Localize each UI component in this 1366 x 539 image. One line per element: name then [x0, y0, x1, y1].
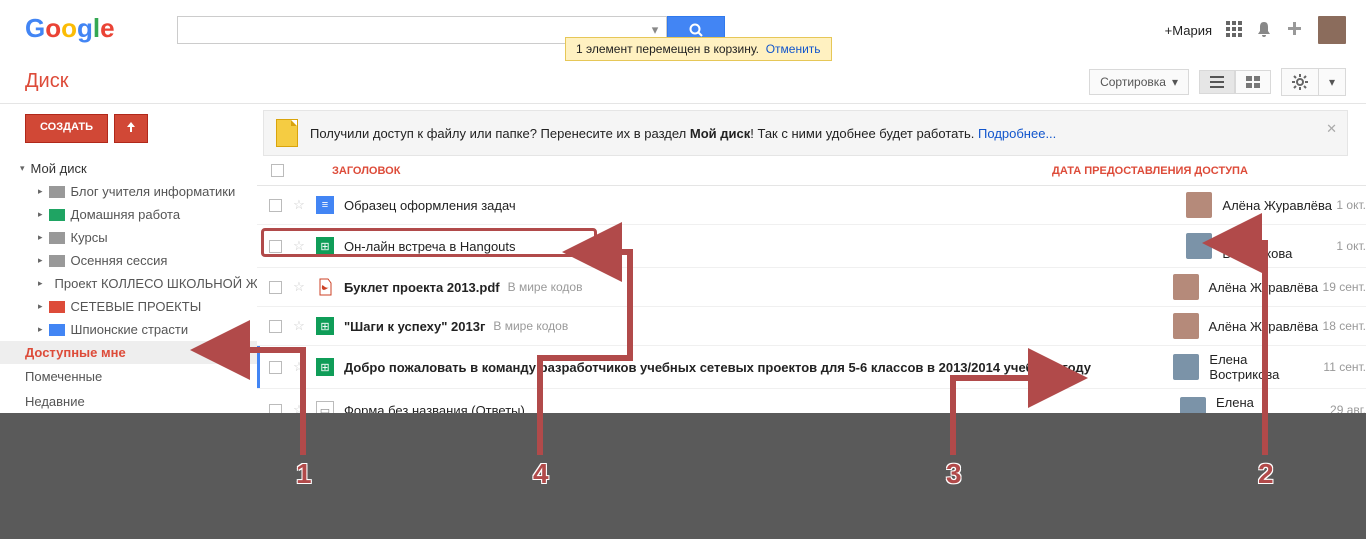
apps-icon[interactable]	[1226, 21, 1242, 40]
share-date: 19 сент.	[1323, 280, 1366, 294]
search-icon	[689, 23, 703, 37]
file-row[interactable]: ☆⊞Добро пожаловать в команду разработчик…	[257, 346, 1366, 389]
row-checkbox[interactable]	[269, 281, 282, 294]
owner-avatar	[1186, 192, 1212, 218]
banner-text: Получили доступ к файлу или папке? Перен…	[310, 126, 1056, 141]
row-checkbox[interactable]	[269, 361, 282, 374]
annotation-overlay	[0, 413, 1366, 539]
share-date: 18 сент.	[1323, 319, 1366, 333]
info-banner: Получили доступ к файлу или папке? Перен…	[263, 110, 1348, 156]
list-view-button[interactable]	[1199, 70, 1235, 94]
nav-shared-with-me[interactable]: Доступные мне	[0, 341, 257, 364]
file-row[interactable]: ☆⊞"Шаги к успеху" 2013гВ мире кодовАлёна…	[257, 307, 1366, 346]
col-date[interactable]: ДАТА ПРЕДОСТАВЛЕНИЯ ДОСТУПА	[1052, 165, 1248, 177]
file-title: Буклет проекта 2013.pdf	[344, 280, 500, 295]
nav-starred[interactable]: Помеченные	[0, 364, 257, 389]
svg-text:Google: Google	[25, 13, 115, 43]
nav-folder-label: Курсы	[71, 230, 108, 245]
user-link[interactable]: +Мария	[1165, 23, 1212, 38]
owner-name: Алёна Журавлёва	[1209, 319, 1319, 334]
brand-label[interactable]: Диск	[25, 70, 68, 93]
owner-name: Елена Вострикова	[1222, 231, 1332, 261]
grid-view-button[interactable]	[1235, 70, 1271, 94]
list-header: ЗАГОЛОВОК ДАТА ПРЕДОСТАВЛЕНИЯ ДОСТУПА	[257, 156, 1366, 186]
nav-folder-label: СЕТЕВЫЕ ПРОЕКТЫ	[71, 299, 202, 314]
annotation-num-4: 4	[533, 458, 549, 490]
nav-folder[interactable]: ▸Проект КОЛЛЕСО ШКОЛЬНОЙ ЖИЗНИ	[0, 272, 257, 295]
owner-name: Елена Вострикова	[1209, 352, 1319, 382]
settings-dropdown[interactable]: ▾	[1318, 68, 1346, 96]
toast-notification: 1 элемент перемещен в корзину. Отменить	[565, 37, 832, 61]
row-checkbox[interactable]	[269, 240, 282, 253]
upload-button[interactable]	[114, 114, 148, 143]
nav-my-drive-label: Мой диск	[31, 161, 87, 176]
nav-folder-label: Домашняя работа	[71, 207, 181, 222]
toast-undo-link[interactable]: Отменить	[766, 42, 821, 56]
nav-folder-label: Осенняя сессия	[71, 253, 168, 268]
col-title[interactable]: ЗАГОЛОВОК	[332, 165, 1052, 177]
user-avatar[interactable]	[1318, 16, 1346, 44]
share-date: 11 сент.	[1323, 360, 1366, 374]
star-icon[interactable]: ☆	[292, 238, 306, 254]
gear-icon	[1292, 74, 1308, 90]
file-row[interactable]: ☆≡Образец оформления задачАлёна Журавлёв…	[257, 186, 1366, 225]
settings-button[interactable]	[1281, 68, 1318, 96]
banner-doc-icon	[276, 119, 298, 147]
file-row[interactable]: ☆⊞Он-лайн встреча в HangoutsЕлена Востри…	[257, 225, 1366, 268]
file-title: "Шаги к успеху" 2013г	[344, 319, 485, 334]
annotation-num-3: 3	[946, 458, 962, 490]
row-checkbox[interactable]	[269, 199, 282, 212]
star-icon[interactable]: ☆	[292, 359, 306, 375]
file-title: Он-лайн встреча в Hangouts	[344, 239, 516, 254]
header-right: +Мария	[1165, 16, 1346, 44]
nav-folder[interactable]: ▸Курсы	[0, 226, 257, 249]
owner-avatar	[1173, 354, 1199, 380]
toolbar-right: Сортировка ▾ ▾	[1089, 68, 1346, 96]
banner-more-link[interactable]: Подробнее...	[978, 126, 1056, 141]
owner-avatar	[1186, 233, 1212, 259]
nav-shared-label: Доступные мне	[25, 345, 126, 360]
toolbar: Диск Сортировка ▾ ▾	[0, 60, 1366, 104]
file-row[interactable]: ☆ Буклет проекта 2013.pdf В мире кодов Алён…	[257, 268, 1366, 307]
owner-avatar	[1173, 274, 1199, 300]
share-plus-icon[interactable]	[1286, 20, 1304, 41]
file-meta: В мире кодов	[493, 319, 568, 333]
star-icon[interactable]: ☆	[292, 279, 306, 295]
sort-label: Сортировка	[1100, 75, 1166, 89]
toast-text: 1 элемент перемещен в корзину.	[576, 42, 759, 56]
nav-folder-label: Шпионские страсти	[71, 322, 189, 337]
nav-folder-label: Блог учителя информатики	[71, 184, 236, 199]
file-meta: В мире кодов	[508, 280, 583, 294]
nav-my-drive[interactable]: ▾Мой диск	[0, 157, 257, 180]
owner-name: Алёна Журавлёва	[1209, 280, 1319, 295]
sort-button[interactable]: Сортировка ▾	[1089, 69, 1189, 95]
owner-name: Алёна Журавлёва	[1222, 198, 1332, 213]
create-button[interactable]: СОЗДАТЬ	[25, 114, 108, 143]
select-all-checkbox[interactable]	[271, 164, 284, 177]
nav-folder[interactable]: ▸Домашняя работа	[0, 203, 257, 226]
nav-folder[interactable]: ▸СЕТЕВЫЕ ПРОЕКТЫ	[0, 295, 257, 318]
row-checkbox[interactable]	[269, 320, 282, 333]
nav-recent[interactable]: Недавние	[0, 389, 257, 414]
upload-icon	[125, 121, 137, 133]
share-date: 1 окт.	[1336, 239, 1366, 253]
chevron-down-icon: ▾	[1172, 75, 1178, 89]
google-logo[interactable]: Google	[25, 13, 117, 48]
nav-folder[interactable]: ▸Осенняя сессия	[0, 249, 257, 272]
file-title: Образец оформления задач	[344, 198, 516, 213]
star-icon[interactable]: ☆	[292, 318, 306, 334]
nav-folder[interactable]: ▸Блог учителя информатики	[0, 180, 257, 203]
annotation-num-1: 1	[296, 458, 312, 490]
close-icon[interactable]: ✕	[1326, 121, 1337, 137]
star-icon[interactable]: ☆	[292, 197, 306, 213]
nav-folder-label: Проект КОЛЛЕСО ШКОЛЬНОЙ ЖИЗНИ	[55, 276, 257, 291]
nav-folder[interactable]: ▸Шпионские страсти	[0, 318, 257, 341]
annotation-num-2: 2	[1258, 458, 1274, 490]
bell-icon[interactable]	[1256, 20, 1272, 41]
share-date: 1 окт.	[1336, 198, 1366, 212]
file-title: Добро пожаловать в команду разработчиков…	[344, 360, 1091, 375]
owner-avatar	[1173, 313, 1199, 339]
